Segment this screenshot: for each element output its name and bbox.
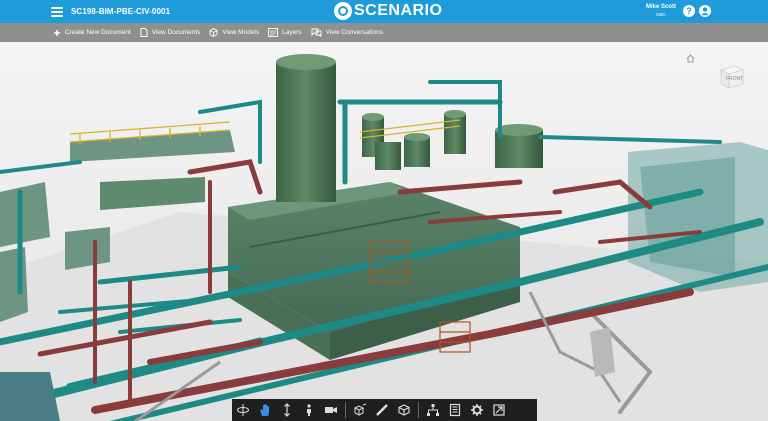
properties-icon [449,403,461,417]
view-documents-label: View Documents [151,29,201,36]
scenario-logo: SCENARIO [334,2,442,20]
view-conversations-label: View Conversations [325,29,383,36]
properties-button[interactable] [444,399,466,421]
camera-icon [325,407,337,413]
user-info: Mike Scott NBC [646,4,676,18]
document-icon [140,28,148,37]
model-tree-icon [427,404,439,416]
document-title: SC198-BIM-PBE-CIV-0001 [71,7,171,16]
measure-cube-icon [353,403,367,416]
plant-model-render [0,42,768,421]
camera-button[interactable] [320,399,342,421]
user-org: NBC [656,12,666,17]
view-conversations-button[interactable]: View Conversations [311,28,383,37]
zoom-button[interactable] [276,399,298,421]
view-models-button[interactable]: View Models [209,28,259,37]
settings-button[interactable] [466,399,488,421]
orbit-icon [237,404,249,416]
toolbar-divider [418,402,419,418]
ruler-button[interactable] [371,399,393,421]
scenario-logo-icon [334,2,352,20]
chat-icon [311,28,322,37]
section-box-button[interactable] [393,399,415,421]
layers-icon [268,28,279,37]
app-header: SC198-BIM-PBE-CIV-0001 SCENARIO Mike Sco… [0,0,768,23]
measure-button[interactable] [349,399,371,421]
pan-hand-icon [260,404,269,416]
home-view-icon[interactable] [686,50,695,68]
ruler-icon [376,404,388,416]
logo-text: SCENARIO [354,2,443,19]
user-account-icon[interactable] [699,5,711,17]
view-documents-button[interactable]: View Documents [140,28,201,37]
view-cube-face-label: FRONT [726,76,744,82]
fullscreen-button[interactable] [488,399,510,421]
viewer-toolbar [232,399,537,421]
walk-button[interactable] [298,399,320,421]
help-button[interactable]: ? [683,5,695,17]
view-models-label: View Models [222,29,260,36]
pan-button[interactable] [254,399,276,421]
plus-icon [54,29,60,36]
cube-icon [209,28,218,37]
create-new-document-button[interactable]: Create New Document [53,29,131,37]
model-tree-button[interactable] [422,399,444,421]
user-name: Mike Scott [646,4,677,10]
menu-hamburger-icon[interactable] [51,6,63,17]
orbit-button[interactable] [232,399,254,421]
layers-label: Layers [282,29,302,36]
view-cube[interactable]: FRONT [718,62,746,90]
fullscreen-icon [493,404,505,416]
walk-person-icon [307,404,311,416]
action-toolbar: Create New Document View Documents View … [0,23,768,42]
section-box-icon [398,404,410,416]
toolbar-divider [345,402,346,418]
zoom-icon [284,403,290,417]
settings-gear-icon [471,404,483,416]
layers-button[interactable]: Layers [268,28,302,37]
create-new-document-label: Create New Document [65,29,131,36]
model-3d-viewport[interactable]: FRONT [0,42,768,421]
